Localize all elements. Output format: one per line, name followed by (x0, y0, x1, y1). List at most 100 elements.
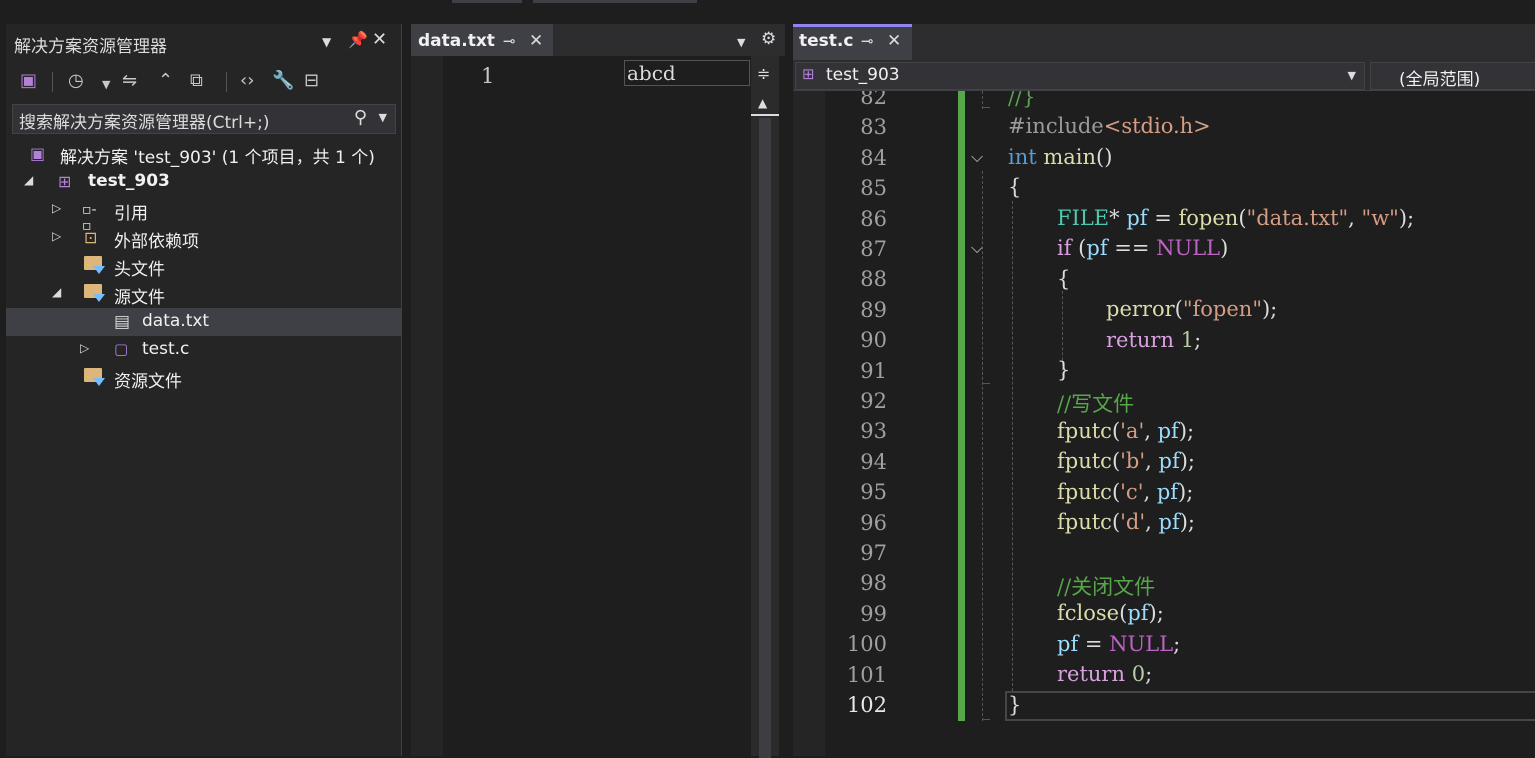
line-number: 88 (860, 267, 887, 292)
line-number: 97 (860, 541, 887, 565)
line-number: 85 (860, 176, 887, 201)
line-number: 100 (846, 632, 887, 657)
code-line-96: fputc('d', pf); (1057, 510, 1196, 534)
tree-item-references[interactable]: ▷ ▫-▫ 引用 (6, 196, 401, 234)
tree-item-test-c[interactable]: ▷ ▢ test.c (6, 336, 401, 364)
tab-test-c[interactable]: test.c ⊸ ✕ (793, 24, 912, 61)
tab-label: data.txt (418, 31, 495, 51)
line-number: 99 (860, 601, 887, 626)
external-dependencies-icon: ⊡ (84, 228, 98, 247)
line-number: 86 (860, 206, 887, 231)
tree-item-source-files[interactable]: ◢ 源文件 (6, 280, 401, 308)
panel-menu-dropdown-icon[interactable]: ▼ (322, 35, 331, 49)
tree-item-label: 头文件 (114, 260, 165, 280)
line-number: 90 (860, 328, 887, 353)
code-line-92: //写文件 (1057, 392, 1135, 416)
filter-dropdown-icon[interactable]: ▼ (102, 74, 110, 96)
properties-wrench-icon[interactable]: 🔧 (272, 70, 294, 92)
pin-tab-icon[interactable]: ⊸ (861, 32, 874, 50)
fold-guide (982, 383, 990, 384)
line-number: 93 (860, 419, 887, 444)
tab-label: test.c (799, 31, 854, 51)
split-window-icon[interactable]: ≑ (757, 64, 770, 83)
line-number: 96 (860, 510, 887, 535)
references-icon: ▫-▫ (82, 202, 97, 234)
tab-list-dropdown-icon[interactable]: ▼ (737, 36, 745, 49)
collapsed-arrow-icon[interactable]: ▷ (52, 229, 61, 243)
collapsed-arrow-icon[interactable]: ▷ (80, 341, 89, 355)
c-file-icon: ▢ (114, 340, 129, 358)
tree-item-label: test_903 (88, 171, 170, 191)
tree-item-resource-files[interactable]: 资源文件 (6, 364, 401, 392)
line-number: 95 (860, 480, 887, 505)
search-icon[interactable]: ⚲ (354, 107, 367, 128)
pin-icon[interactable]: 📌 (348, 30, 368, 49)
scroll-top-marker (751, 114, 779, 116)
tree-item-solution[interactable]: ▣ 解决方案 'test_903' (1 个项目，共 1 个) (6, 140, 401, 168)
code-navigation-bar: ⊞ test_903 ▼ (全局范围) (793, 60, 1535, 91)
fold-collapse-icon[interactable]: ⌵ (971, 147, 983, 167)
solution-search-box[interactable]: 搜索解决方案资源管理器(Ctrl+;) ⚲ ▼ (12, 104, 396, 134)
tree-item-label: 资源文件 (114, 372, 182, 392)
project-icon: ⊞ (802, 65, 815, 83)
scroll-up-arrow-icon[interactable]: ▲ (758, 96, 767, 110)
file-content: abcd (627, 61, 676, 85)
tree-item-label: 解决方案 'test_903' (1 个项目，共 1 个) (60, 148, 375, 168)
view-code-icon[interactable]: ‹› (240, 70, 254, 92)
tree-item-label: 引用 (114, 204, 148, 224)
switch-views-icon[interactable]: ▣ (20, 70, 37, 92)
toolbar-divider (52, 72, 53, 92)
tree-item-header-files[interactable]: 头文件 (6, 252, 401, 280)
test-c-code-editor[interactable]: 82 83 84 85 86 87 88 89 90 91 92 93 94 95 96 97 98 99 100 1… (793, 91, 1535, 756)
collapse-all-icon[interactable]: ⌃ (158, 70, 173, 92)
tree-item-project[interactable]: ◢ ⊞ test_903 (6, 168, 401, 196)
data-txt-tab-strip: data.txt ⊸ ✕ ▼ ⚙ (411, 24, 785, 58)
tree-item-label: test.c (142, 339, 190, 359)
code-line-89: perror("fopen"); (1106, 297, 1278, 321)
solution-icon: ▣ (30, 144, 46, 163)
project-scope-dropdown[interactable]: ⊞ test_903 ▼ (795, 62, 1365, 90)
code-line-83: #include<stdio.h> (1008, 114, 1211, 138)
code-line-99: fclose(pf); (1057, 601, 1164, 625)
line-number: 89 (860, 297, 887, 322)
code-line-87: if (pf == NULL) (1057, 236, 1229, 260)
code-line-100: pf = NULL; (1057, 632, 1181, 656)
pending-changes-filter-icon[interactable]: ◷ (68, 70, 84, 92)
tree-item-label: 外部依赖项 (114, 232, 199, 252)
sync-with-document-icon[interactable]: ⇋ (122, 70, 137, 92)
fold-guide (982, 357, 983, 385)
vertical-scrollbar[interactable]: ≑ ▲ (751, 56, 779, 758)
tree-item-label: data.txt (142, 311, 210, 331)
close-tab-icon[interactable]: ✕ (529, 31, 543, 51)
expanded-arrow-icon[interactable]: ◢ (24, 173, 33, 187)
data-txt-editor[interactable]: 1 abcd ≑ ▲ (411, 56, 785, 758)
text-content-box[interactable]: abcd (624, 60, 750, 86)
collapsed-arrow-icon[interactable]: ▷ (52, 201, 61, 215)
current-line-highlight (1005, 691, 1535, 721)
code-line-98: //关闭文件 (1057, 575, 1156, 599)
global-scope-dropdown[interactable]: (全局范围) (1370, 62, 1535, 90)
filter-folder-icon (84, 256, 105, 274)
tree-item-external-deps[interactable]: ▷ ⊡ 外部依赖项 (6, 224, 401, 252)
search-options-dropdown-icon[interactable]: ▼ (379, 111, 387, 124)
show-all-files-icon[interactable]: ⧉ (190, 70, 203, 92)
filter-folder-icon (84, 368, 105, 386)
expanded-arrow-icon[interactable]: ◢ (52, 285, 61, 299)
project-icon: ⊞ (58, 172, 72, 191)
pin-tab-icon[interactable]: ⊸ (503, 32, 516, 50)
line-number: 94 (860, 449, 887, 474)
editor-gutter (793, 91, 825, 756)
preview-selected-icon[interactable]: ⊟ (304, 70, 319, 92)
text-file-icon: ▤ (114, 312, 131, 332)
scope-global-label: (全局范围) (1399, 70, 1481, 90)
fold-guide (982, 719, 990, 720)
chevron-down-icon[interactable]: ▼ (1348, 69, 1356, 82)
close-icon[interactable]: ✕ (372, 29, 387, 50)
tree-item-data-txt[interactable]: ▤ data.txt (6, 308, 401, 336)
close-tab-icon[interactable]: ✕ (887, 31, 901, 51)
settings-gear-icon[interactable]: ⚙ (761, 29, 776, 49)
scrollbar-thumb[interactable] (759, 118, 771, 758)
solution-explorer-toolbar: ▣ ◷ ▼ ⇋ ⌃ ⧉ ‹› 🔧 ⊟ (6, 64, 401, 100)
tab-data-txt[interactable]: data.txt ⊸ ✕ (411, 24, 553, 58)
fold-guide (982, 171, 983, 721)
